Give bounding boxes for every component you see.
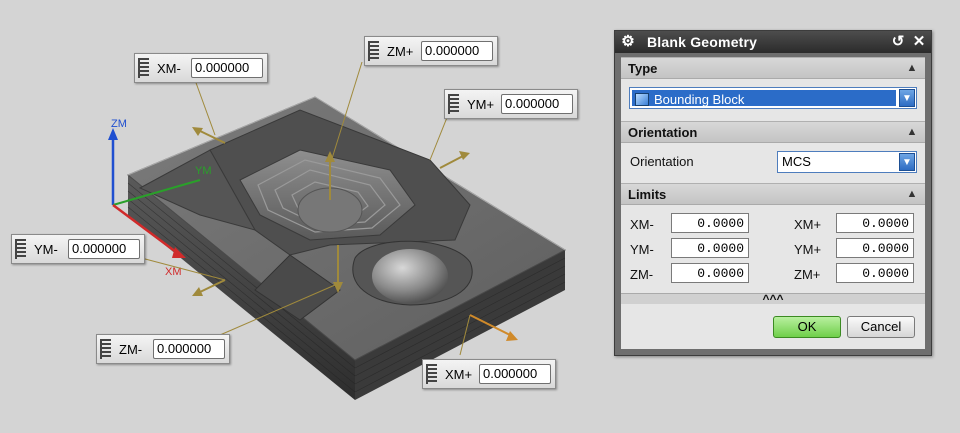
section-title: Type <box>628 60 658 76</box>
grip-icon[interactable] <box>15 239 26 259</box>
grip-icon[interactable] <box>448 94 459 114</box>
handle-box-ym-minus: YM- 0.000000 <box>11 234 145 264</box>
zm-plus-handle-input[interactable]: 0.000000 <box>421 41 493 61</box>
xm-minus-handle-input[interactable]: 0.000000 <box>191 58 263 78</box>
handle-arrow-xm-minus[interactable] <box>192 127 226 144</box>
limit-label-xm-plus: XM+ <box>794 217 822 232</box>
handle-box-ym-plus: YM+ 0.000000 <box>444 89 578 119</box>
ym-plus-handle-input[interactable]: 0.000000 <box>501 94 573 114</box>
handle-box-zm-plus: ZM+ 0.000000 <box>364 36 498 66</box>
handle-label: YM+ <box>467 96 495 112</box>
type-selected-highlight: Bounding Block <box>632 90 896 107</box>
handle-label: XM+ <box>445 366 473 382</box>
type-selected-value: Bounding Block <box>654 92 745 107</box>
section-title: Limits <box>628 186 667 202</box>
limit-input-ym-plus[interactable]: 0.0000 <box>836 238 914 258</box>
handle-label: ZM+ <box>387 43 414 59</box>
close-icon[interactable]: ✕ <box>910 33 928 51</box>
orientation-dropdown[interactable]: MCS ▼ <box>777 151 917 173</box>
handle-label: XM- <box>157 60 181 76</box>
collapse-up-icon[interactable]: ▲ <box>903 185 921 203</box>
dialog-title-bar[interactable]: ⚙ Blank Geometry ↺ ✕ <box>615 31 931 53</box>
zm-minus-handle-input[interactable]: 0.000000 <box>153 339 225 359</box>
limit-input-zm-plus[interactable]: 0.0000 <box>836 263 914 283</box>
limit-input-xm-minus[interactable]: 0.0000 <box>671 213 749 233</box>
dialog-body: Type ▲ Bounding Block ▼ Orientation ▲ Or… <box>621 57 925 349</box>
limit-label-ym-minus: YM- <box>630 242 654 257</box>
limit-label-xm-minus: XM- <box>630 217 654 232</box>
grip-icon[interactable] <box>138 58 149 78</box>
section-title: Orientation <box>628 124 698 140</box>
limit-input-ym-minus[interactable]: 0.0000 <box>671 238 749 258</box>
chevron-down-icon[interactable]: ▼ <box>899 89 915 107</box>
handle-box-zm-minus: ZM- 0.000000 <box>96 334 230 364</box>
handle-box-xm-plus: XM+ 0.000000 <box>422 359 556 389</box>
handle-label: ZM- <box>119 341 143 357</box>
handle-box-xm-minus: XM- 0.000000 <box>134 53 268 83</box>
type-dropdown[interactable]: Bounding Block ▼ <box>629 87 917 109</box>
gear-icon[interactable]: ⚙ <box>619 33 637 51</box>
bounding-block-icon <box>635 93 649 106</box>
dome <box>372 249 448 303</box>
blank-geometry-dialog: ⚙ Blank Geometry ↺ ✕ Type ▲ Bounding Blo… <box>614 30 932 356</box>
chevron-down-icon[interactable]: ▼ <box>899 153 915 171</box>
grip-icon[interactable] <box>368 41 379 61</box>
limit-label-zm-plus: ZM+ <box>794 267 821 282</box>
grip-icon[interactable] <box>100 339 111 359</box>
ok-button[interactable]: OK <box>773 316 841 338</box>
cancel-button[interactable]: Cancel <box>847 316 915 338</box>
handle-label: YM- <box>34 241 58 257</box>
limit-input-xm-plus[interactable]: 0.0000 <box>836 213 914 233</box>
limit-label-ym-plus: YM+ <box>794 242 822 257</box>
orientation-selected-value: MCS <box>782 154 811 169</box>
dialog-title: Blank Geometry <box>647 34 758 50</box>
collapse-up-icon[interactable]: ▲ <box>903 59 921 77</box>
orientation-section-header[interactable]: Orientation ▲ <box>621 121 925 143</box>
limit-input-zm-minus[interactable]: 0.0000 <box>671 263 749 283</box>
handle-arrow-ym-plus[interactable] <box>439 151 470 169</box>
grip-icon[interactable] <box>426 364 437 384</box>
reset-icon[interactable]: ↺ <box>889 33 907 51</box>
more-options-toggle[interactable]: ^^^ <box>621 293 925 305</box>
xm-plus-handle-input[interactable]: 0.000000 <box>479 364 551 384</box>
axis-zm-label: ZM <box>111 118 127 130</box>
axis-ym-label: YM <box>195 165 212 177</box>
ym-minus-handle-input[interactable]: 0.000000 <box>68 239 140 259</box>
collapse-up-icon[interactable]: ▲ <box>903 123 921 141</box>
limits-section-header[interactable]: Limits ▲ <box>621 183 925 205</box>
type-section-header[interactable]: Type ▲ <box>621 57 925 79</box>
limit-label-zm-minus: ZM- <box>630 267 654 282</box>
orientation-label: Orientation <box>630 154 694 169</box>
